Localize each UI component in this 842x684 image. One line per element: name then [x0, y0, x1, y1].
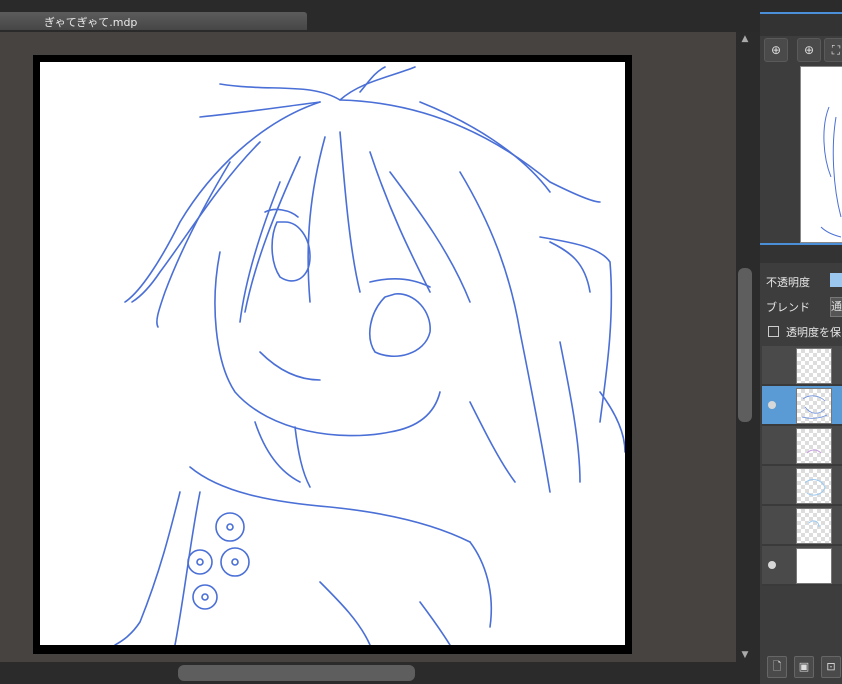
- visibility-icon[interactable]: [768, 561, 776, 569]
- opacity-label: 不透明度: [766, 276, 810, 289]
- fit-window-icon[interactable]: ⛶: [824, 38, 842, 62]
- scroll-down-icon[interactable]: ▼: [736, 650, 754, 660]
- layer-row[interactable]: [762, 346, 842, 386]
- drawing-canvas[interactable]: [40, 62, 625, 645]
- navigator-preview[interactable]: [800, 66, 842, 243]
- layer-thumbnail: [796, 508, 832, 544]
- layer-thumbnail: [796, 428, 832, 464]
- layer-row[interactable]: [762, 506, 842, 546]
- layer-thumbnail: [796, 468, 832, 504]
- new-layer-icon[interactable]: 🗋: [767, 656, 787, 678]
- document-tab[interactable]: ぎゃてぎゃて.mdp: [0, 12, 307, 30]
- scroll-up-icon[interactable]: ▲: [736, 34, 754, 44]
- zoom-fit-icon[interactable]: ⊕: [764, 38, 788, 62]
- protect-alpha-label: 透明度を保: [786, 326, 841, 339]
- layer-thumbnail-art: [804, 479, 826, 496]
- navigator-preview-drawing: [820, 106, 842, 238]
- opacity-slider[interactable]: [830, 273, 842, 287]
- layer-thumbnail: [796, 388, 832, 424]
- navigator-footer: [760, 245, 842, 263]
- layer-row[interactable]: [762, 546, 842, 586]
- layer-row-selected[interactable]: [762, 386, 842, 426]
- layer-list-empty: [762, 586, 842, 650]
- layer-thumbnail-art: [801, 395, 828, 419]
- layer-row[interactable]: [762, 466, 842, 506]
- protect-alpha-checkbox[interactable]: [768, 326, 779, 337]
- navigator-header: [760, 12, 842, 36]
- horizontal-scroll-thumb[interactable]: [178, 665, 415, 681]
- vertical-scroll-thumb[interactable]: [738, 268, 752, 422]
- layer-thumbnail-art: [808, 520, 820, 528]
- line-art-drawing: [114, 66, 625, 645]
- document-tab-title: ぎゃてぎゃて.mdp: [44, 16, 138, 29]
- layer-thumbnail-art: [806, 449, 822, 454]
- layer-thumbnail: [796, 348, 832, 384]
- new-layer-folder-icon[interactable]: ⊡: [821, 656, 841, 678]
- layer-row[interactable]: [762, 426, 842, 466]
- layer-thumbnail: [796, 548, 832, 584]
- blend-mode-select[interactable]: 通: [830, 297, 842, 317]
- new-halftone-layer-icon[interactable]: ▣: [794, 656, 814, 678]
- zoom-in-icon[interactable]: ⊕: [797, 38, 821, 62]
- blend-label: ブレンド: [766, 301, 810, 314]
- visibility-icon[interactable]: [768, 401, 776, 409]
